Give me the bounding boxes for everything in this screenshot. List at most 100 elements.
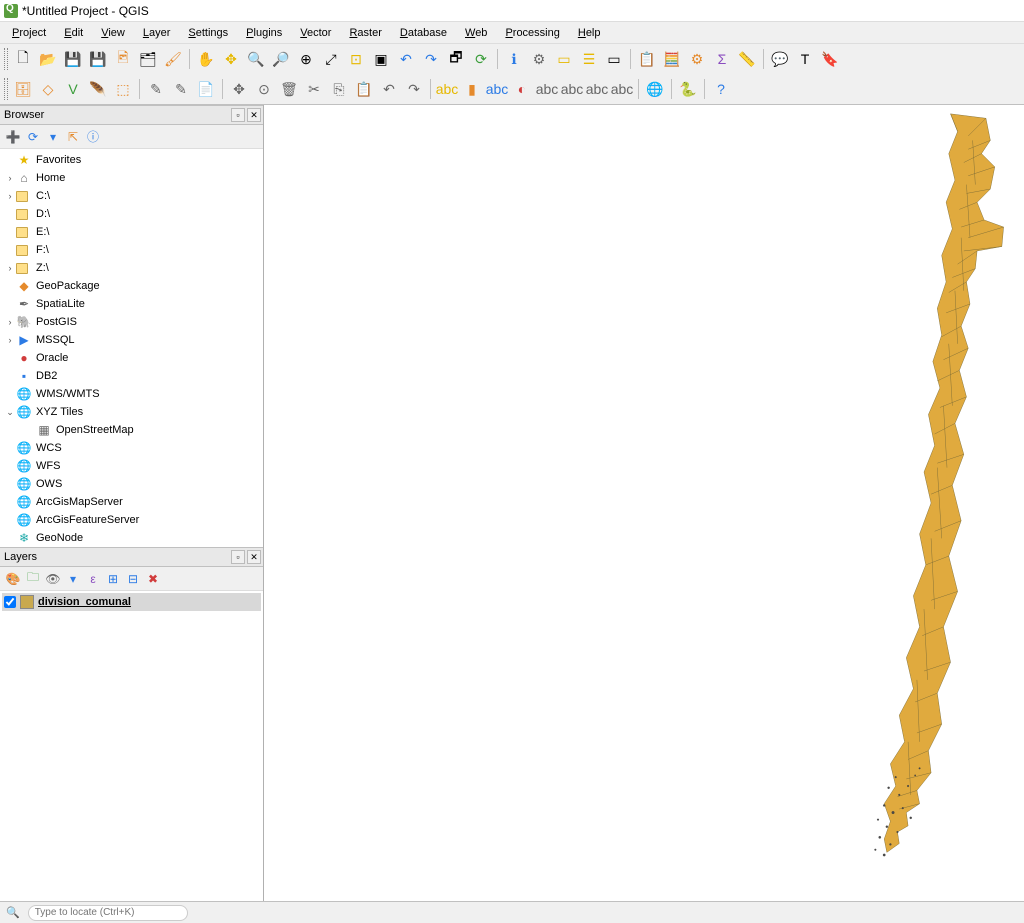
- help-button[interactable]: ?: [709, 77, 733, 101]
- browser-item-openstreetmap[interactable]: ▦OpenStreetMap: [0, 421, 263, 439]
- new-spatialite-button[interactable]: 🪶: [86, 77, 110, 101]
- save-edits-button[interactable]: ✎: [169, 77, 193, 101]
- zoom-selection-button[interactable]: ⊡: [344, 47, 368, 71]
- browser-item-db2[interactable]: ▪DB2: [0, 367, 263, 385]
- cut-features-button[interactable]: ✂: [302, 77, 326, 101]
- new-map-view-button[interactable]: 🗗: [444, 47, 468, 71]
- layers-visibility-button[interactable]: 👁: [44, 570, 62, 588]
- label-abc-button[interactable]: abc: [435, 77, 459, 101]
- new-print-layout-button[interactable]: 🖻: [111, 47, 135, 71]
- zoom-full-button[interactable]: ⤢: [319, 47, 343, 71]
- new-geopackage-button[interactable]: ◇: [36, 77, 60, 101]
- open-attr-table-button[interactable]: 📋: [635, 47, 659, 71]
- pan-selection-button[interactable]: ✥: [219, 47, 243, 71]
- browser-item-z[interactable]: ›Z:\: [0, 259, 263, 277]
- undo-button[interactable]: ↶: [377, 77, 401, 101]
- label-rotate-button[interactable]: abc: [560, 77, 584, 101]
- menu-plugins[interactable]: Plugins: [238, 25, 290, 41]
- browser-filter-button[interactable]: ▾: [44, 128, 62, 146]
- browser-panel-header[interactable]: Browser ▫ ✕: [0, 105, 263, 125]
- label-show-button[interactable]: abc: [610, 77, 634, 101]
- layers-expand-button[interactable]: ⊞: [104, 570, 122, 588]
- dock-close-icon[interactable]: ✕: [247, 550, 261, 564]
- menu-database[interactable]: Database: [392, 25, 455, 41]
- browser-item-d[interactable]: D:\: [0, 205, 263, 223]
- label-layer-button[interactable]: abc: [485, 77, 509, 101]
- browser-item-e[interactable]: E:\: [0, 223, 263, 241]
- browser-collapse-button[interactable]: ⇱: [64, 128, 82, 146]
- layer-visibility-checkbox[interactable]: [4, 596, 16, 608]
- browser-item-xyztiles[interactable]: ⌄🌐XYZ Tiles: [0, 403, 263, 421]
- select-features-button[interactable]: ▭: [552, 47, 576, 71]
- measure-button[interactable]: 📏: [735, 47, 759, 71]
- menu-raster[interactable]: Raster: [341, 25, 389, 41]
- browser-item-home[interactable]: ›⌂Home: [0, 169, 263, 187]
- menu-view[interactable]: View: [93, 25, 133, 41]
- layers-remove-button[interactable]: ✖: [144, 570, 162, 588]
- expand-icon[interactable]: ⌄: [4, 407, 16, 418]
- menu-edit[interactable]: Edit: [56, 25, 91, 41]
- browser-item-c[interactable]: ›C:\: [0, 187, 263, 205]
- paste-features-button[interactable]: 📋: [352, 77, 376, 101]
- layers-add-group-button[interactable]: 🗀: [24, 570, 42, 588]
- layers-collapse-button[interactable]: ⊟: [124, 570, 142, 588]
- layers-filter-legend-button[interactable]: ▾: [64, 570, 82, 588]
- toolbox-button[interactable]: ⚙: [685, 47, 709, 71]
- zoom-layer-button[interactable]: ▣: [369, 47, 393, 71]
- zoom-out-button[interactable]: 🔎: [269, 47, 293, 71]
- layers-panel-header[interactable]: Layers ▫ ✕: [0, 547, 263, 567]
- move-feature-button[interactable]: ✥: [227, 77, 251, 101]
- dock-restore-icon[interactable]: ▫: [231, 108, 245, 122]
- label-bar-button[interactable]: ▮: [460, 77, 484, 101]
- layer-row[interactable]: division_comunal: [2, 593, 261, 611]
- layers-list[interactable]: division_comunal: [0, 591, 263, 901]
- menu-help[interactable]: Help: [570, 25, 609, 41]
- browser-item-postgis[interactable]: ›🐘PostGIS: [0, 313, 263, 331]
- zoom-last-button[interactable]: ↶: [394, 47, 418, 71]
- expand-icon[interactable]: ›: [4, 173, 16, 183]
- toggle-editing-button[interactable]: ✎: [144, 77, 168, 101]
- zoom-in-button[interactable]: 🔍: [244, 47, 268, 71]
- menu-processing[interactable]: Processing: [497, 25, 567, 41]
- select-value-button[interactable]: ☰: [577, 47, 601, 71]
- menu-web[interactable]: Web: [457, 25, 495, 41]
- expand-icon[interactable]: ›: [4, 317, 16, 327]
- stats-button[interactable]: Σ: [710, 47, 734, 71]
- layout-manager-button[interactable]: 🗂: [136, 47, 160, 71]
- browser-item-mssql[interactable]: ›▶MSSQL: [0, 331, 263, 349]
- menu-project[interactable]: Project: [4, 25, 54, 41]
- browser-item-spatialite[interactable]: ✒SpatiaLite: [0, 295, 263, 313]
- select-action-button[interactable]: ⚙: [527, 47, 551, 71]
- zoom-next-button[interactable]: ↷: [419, 47, 443, 71]
- toolbar-grip[interactable]: [4, 78, 8, 100]
- new-project-button[interactable]: 🗋: [11, 47, 35, 71]
- toolbar-grip[interactable]: [4, 48, 8, 70]
- identify-button[interactable]: ℹ: [502, 47, 526, 71]
- dock-close-icon[interactable]: ✕: [247, 108, 261, 122]
- layers-style-button[interactable]: 🎨: [4, 570, 22, 588]
- browser-item-wfs[interactable]: 🌐WFS: [0, 457, 263, 475]
- browser-properties-button[interactable]: ⓘ: [84, 128, 102, 146]
- map-tips-button[interactable]: 💬: [768, 47, 792, 71]
- expand-icon[interactable]: ›: [4, 335, 16, 345]
- save-project-button[interactable]: 💾: [61, 47, 85, 71]
- expand-icon[interactable]: ›: [4, 191, 16, 201]
- data-source-manager-button[interactable]: 🗄: [11, 77, 35, 101]
- new-shapefile-button[interactable]: V: [61, 77, 85, 101]
- menu-vector[interactable]: Vector: [292, 25, 339, 41]
- field-calc-button[interactable]: 🧮: [660, 47, 684, 71]
- label-change-button[interactable]: abc: [585, 77, 609, 101]
- browser-item-arcgismapserver[interactable]: 🌐ArcGisMapServer: [0, 493, 263, 511]
- open-project-button[interactable]: 📂: [36, 47, 60, 71]
- browser-item-favorites[interactable]: ★Favorites: [0, 151, 263, 169]
- browser-item-f[interactable]: F:\: [0, 241, 263, 259]
- pan-button[interactable]: ✋: [194, 47, 218, 71]
- refresh-button[interactable]: ⟳: [469, 47, 493, 71]
- python-console-button[interactable]: 🐍: [676, 77, 700, 101]
- browser-item-oracle[interactable]: ●Oracle: [0, 349, 263, 367]
- browser-item-arcgisfeatureserver[interactable]: 🌐ArcGisFeatureServer: [0, 511, 263, 529]
- browser-add-layer-button[interactable]: ➕: [4, 128, 22, 146]
- label-move-button[interactable]: abc: [535, 77, 559, 101]
- browser-item-geonode[interactable]: ❄GeoNode: [0, 529, 263, 547]
- layers-expr-filter-button[interactable]: ε: [84, 570, 102, 588]
